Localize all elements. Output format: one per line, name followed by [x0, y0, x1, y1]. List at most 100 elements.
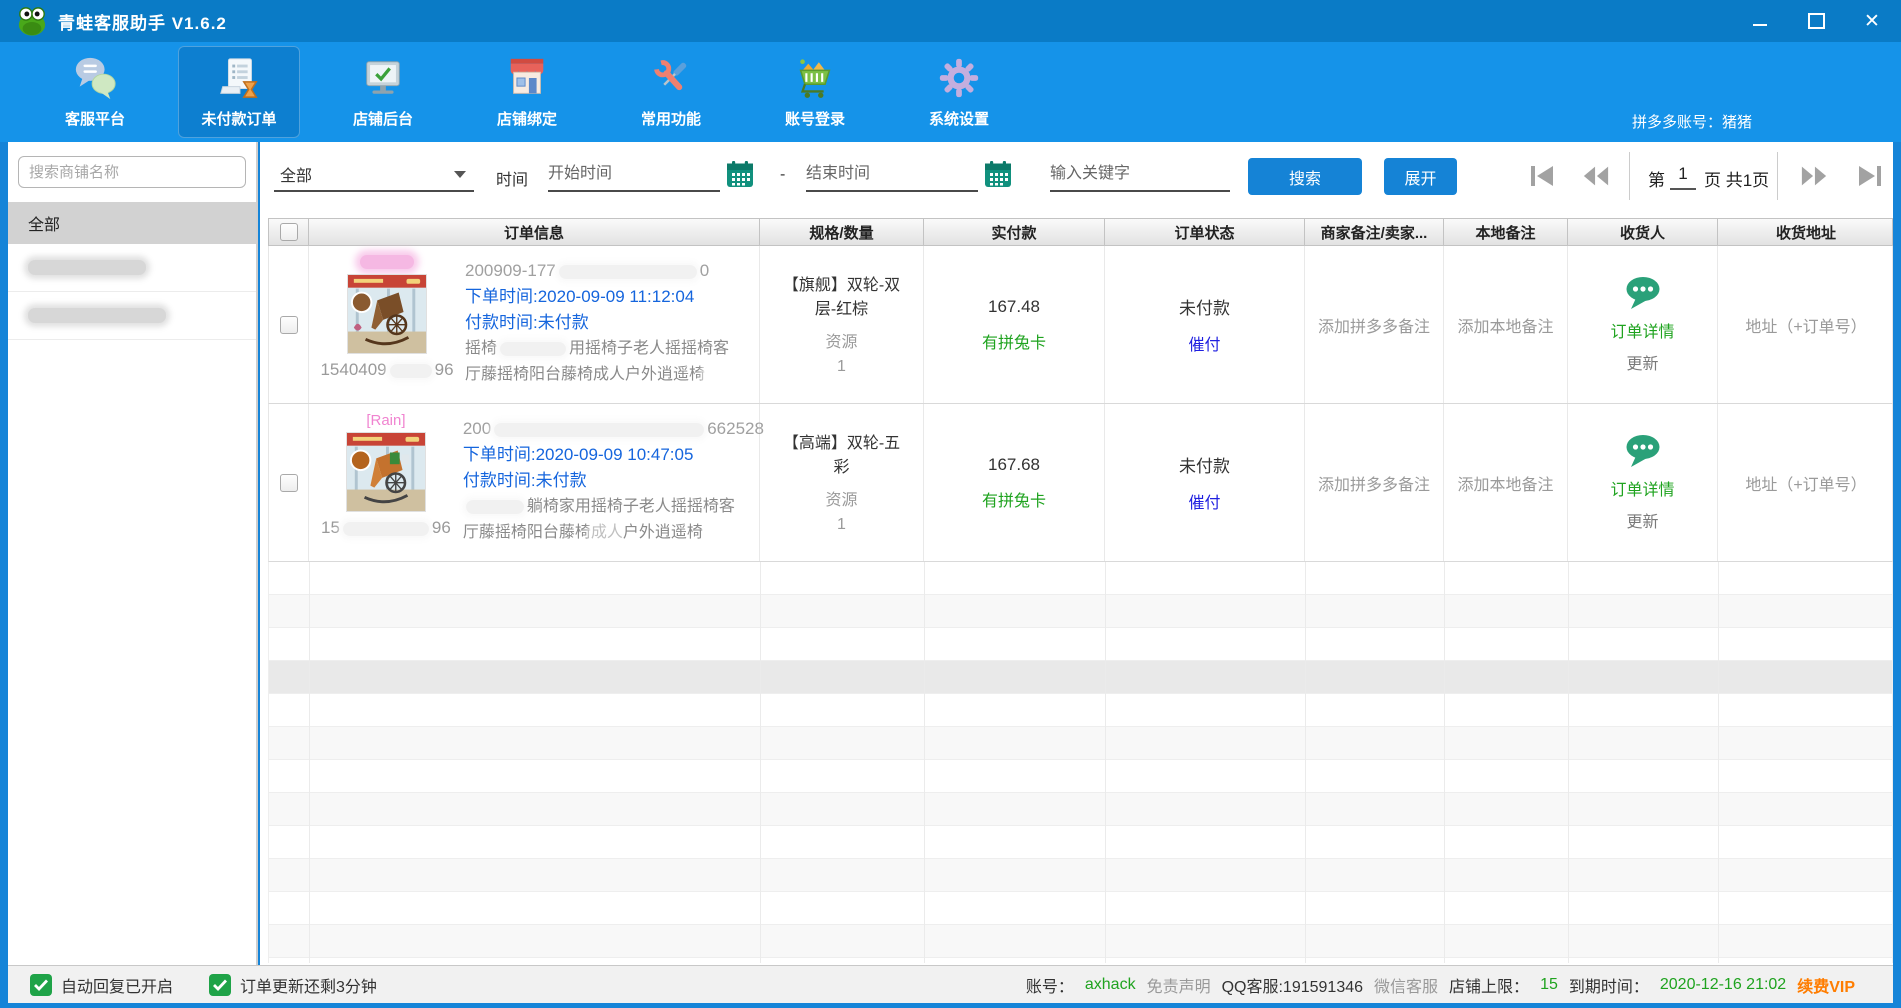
shop-limit-value: 15 — [1540, 976, 1558, 994]
shop-item-all[interactable]: 全部 — [8, 202, 256, 244]
check-icon — [34, 979, 48, 991]
account-label: 账号： — [1026, 973, 1074, 997]
shop-item-redacted[interactable] — [8, 244, 256, 292]
expand-button[interactable]: 展开 — [1384, 158, 1457, 195]
shop-backend-icon — [360, 55, 406, 101]
auto-reply-checkbox[interactable] — [30, 974, 52, 996]
time-label: 时间 — [496, 166, 528, 190]
tab-common-functions[interactable]: 常用功能 — [610, 46, 732, 138]
card-tag: 有拼兔卡 — [982, 329, 1046, 353]
table-header: 订单信息 规格/数量 实付款 订单状态 商家备注/卖家... 本地备注 收货人 … — [268, 218, 1893, 246]
product-image[interactable] — [346, 432, 426, 512]
address-placeholder: 地址（+订单号） — [1718, 404, 1893, 561]
product-id: 154040996 — [320, 360, 453, 380]
tab-customer-service[interactable]: 客服平台 — [34, 46, 156, 138]
col-address: 收货地址 — [1718, 219, 1893, 245]
col-order-status: 订单状态 — [1105, 219, 1305, 245]
redaction-blur — [494, 423, 704, 437]
add-local-note-link[interactable]: 添加本地备注 — [1444, 404, 1568, 561]
order-update-checkbox[interactable] — [209, 974, 231, 996]
shop-sidebar: 全部 — [8, 142, 258, 965]
spec-quantity: 1 — [837, 358, 846, 376]
tab-account-login[interactable]: 账号登录 — [754, 46, 876, 138]
chat-bubbles-icon — [72, 55, 118, 101]
end-time-input[interactable] — [806, 158, 978, 192]
tab-unpaid-orders[interactable]: 未付款订单 — [178, 46, 300, 138]
row-checkbox[interactable] — [280, 474, 298, 492]
keyword-input[interactable] — [1050, 158, 1230, 192]
redaction-blur — [466, 500, 524, 514]
redacted-tag: [Rain] — [366, 412, 405, 429]
urge-pay-link[interactable]: 催付 — [1188, 331, 1220, 355]
chat-bubble-icon[interactable] — [1623, 434, 1663, 468]
tab-shop-bind[interactable]: 店铺绑定 — [466, 46, 588, 138]
add-merchant-note-link[interactable]: 添加拼多多备注 — [1305, 404, 1444, 561]
chat-bubble-icon[interactable] — [1623, 276, 1663, 310]
status-bar: 自动回复已开启 订单更新还剩3分钟 账号： axhack 免责声明 QQ客服:1… — [8, 965, 1893, 1003]
account-value: axhack — [1085, 976, 1136, 994]
prev-page-icon[interactable] — [1582, 164, 1610, 188]
urge-pay-link[interactable]: 催付 — [1188, 489, 1220, 513]
close-icon[interactable]: ✕ — [1859, 8, 1885, 34]
tab-system-settings[interactable]: 系统设置 — [898, 46, 1020, 138]
shop-bind-icon — [504, 55, 550, 101]
renew-vip-link[interactable]: 续费VIP — [1797, 973, 1855, 997]
next-page-icon[interactable] — [1800, 164, 1828, 188]
order-time: 下单时间:2020-09-09 10:47:05 — [463, 442, 764, 468]
tab-label: 常用功能 — [641, 108, 701, 129]
address-placeholder: 地址（+订单号） — [1718, 246, 1893, 403]
search-button[interactable]: 搜索 — [1248, 158, 1362, 195]
first-page-icon[interactable] — [1528, 164, 1556, 188]
product-id: 1596 — [321, 518, 451, 538]
page-prefix: 第 — [1648, 166, 1665, 191]
calendar-icon[interactable] — [984, 160, 1012, 188]
tab-shop-backend[interactable]: 店铺后台 — [322, 46, 444, 138]
redaction-blur — [500, 342, 566, 356]
wechat-service-link[interactable]: 微信客服 — [1374, 973, 1438, 997]
col-receiver: 收货人 — [1568, 219, 1718, 245]
check-icon — [213, 979, 227, 991]
product-image[interactable] — [347, 274, 427, 354]
product-title-line2: 厅藤摇椅阳台藤椅成人户外逍遥椅 — [463, 520, 764, 546]
shop-search-input[interactable] — [18, 156, 246, 188]
start-time-input[interactable] — [548, 158, 720, 192]
order-detail-link[interactable]: 订单详情 — [1610, 318, 1674, 342]
col-paid-amount: 实付款 — [924, 219, 1105, 245]
add-merchant-note-link[interactable]: 添加拼多多备注 — [1305, 246, 1444, 403]
maximize-icon[interactable] — [1803, 8, 1829, 34]
last-page-icon[interactable] — [1856, 164, 1884, 188]
empty-rows — [268, 562, 1893, 963]
page-number-input[interactable] — [1670, 160, 1696, 190]
expire-label: 到期时间： — [1569, 973, 1649, 997]
spec-quantity: 1 — [837, 516, 846, 534]
spec-source: 资源 — [825, 328, 857, 352]
select-all-checkbox[interactable] — [280, 223, 298, 241]
order-detail-link[interactable]: 订单详情 — [1610, 476, 1674, 500]
qq-service: QQ客服:191591346 — [1222, 973, 1363, 997]
product-title-line1: 摇椅用摇椅子老人摇摇椅客 — [465, 336, 729, 362]
add-local-note-link[interactable]: 添加本地备注 — [1444, 246, 1568, 403]
disclaimer-link[interactable]: 免责声明 — [1147, 973, 1211, 997]
update-link[interactable]: 更新 — [1626, 508, 1658, 532]
product-title-line2: 厅藤摇椅阳台藤椅成人户外逍遥椅 — [465, 362, 729, 388]
redacted-shop-name — [28, 308, 166, 323]
shop-item-redacted[interactable] — [8, 292, 256, 340]
app-title: 青蛙客服助手 V1.6.2 — [58, 9, 227, 34]
shop-list: 全部 — [8, 202, 256, 340]
pager-divider — [1629, 152, 1630, 200]
order-type-dropdown[interactable]: 全部 — [274, 158, 474, 192]
toolbar: 客服平台 未付款订单 店铺后台 — [0, 42, 1901, 142]
spec-value: 【高端】双轮-五彩 — [776, 432, 908, 480]
row-checkbox[interactable] — [280, 316, 298, 334]
pay-time: 付款时间:未付款 — [463, 468, 764, 494]
redacted-shop-name — [28, 260, 146, 275]
page-suffix: 页 共1页 — [1704, 166, 1769, 191]
paid-amount: 167.68 — [988, 455, 1040, 475]
order-number: 200909-1770 — [465, 258, 729, 284]
calendar-icon[interactable] — [726, 160, 754, 188]
minimize-icon[interactable] — [1747, 8, 1773, 34]
unpaid-orders-icon — [216, 55, 262, 101]
order-update-label: 订单更新还剩3分钟 — [240, 973, 377, 997]
auto-reply-label: 自动回复已开启 — [61, 973, 173, 997]
update-link[interactable]: 更新 — [1626, 350, 1658, 374]
